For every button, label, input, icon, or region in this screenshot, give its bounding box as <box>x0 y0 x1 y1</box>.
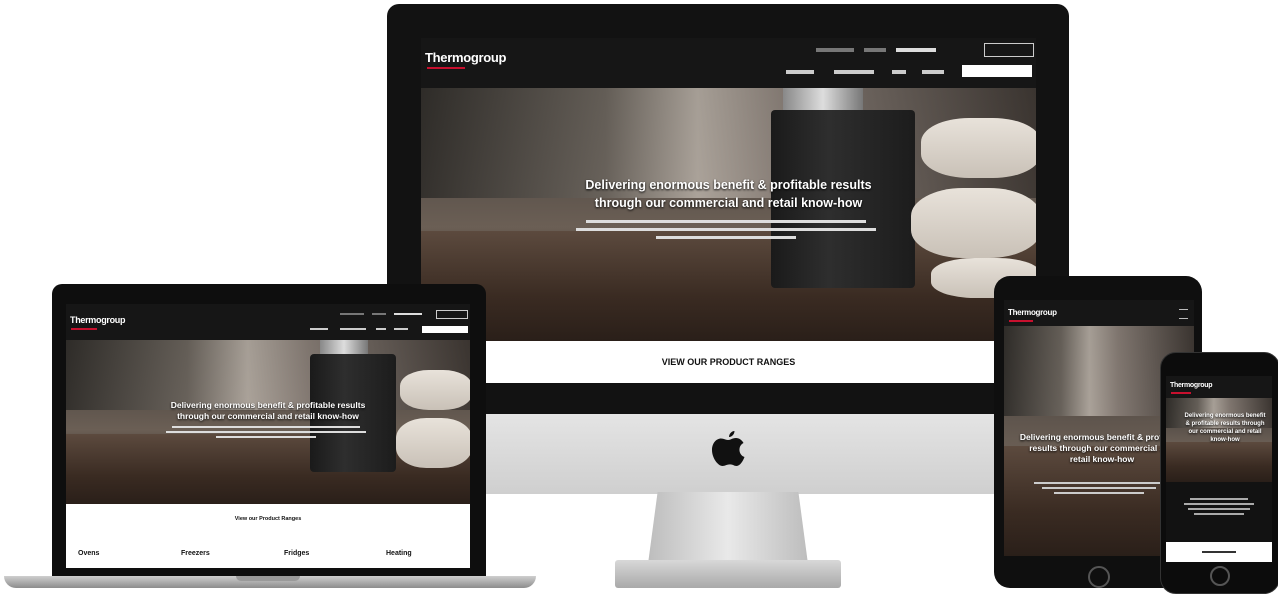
imac-hero-title-1: Delivering enormous benefit & profitable… <box>585 178 872 192</box>
hero-towel <box>396 418 470 468</box>
imac-foot <box>615 560 841 588</box>
phone-website-screen: Thermogroup Delivering enormous benefit … <box>1166 376 1272 562</box>
phone-hero-title: Delivering enormous benefit & profitable… <box>1184 413 1266 443</box>
imac-stand <box>648 492 808 564</box>
laptop-logo-underline <box>71 328 97 330</box>
phone-product-ranges-link[interactable] <box>1166 542 1272 562</box>
phone-body <box>1166 482 1272 542</box>
apple-logo-icon <box>712 431 745 466</box>
nav-contact[interactable] <box>922 70 944 74</box>
laptop-website-screen: Thermogroup Delivering enormous benefit … <box>66 304 470 568</box>
laptop-hero: Delivering enormous benefit & profitable… <box>66 340 470 504</box>
nav-why-we-love[interactable] <box>340 328 366 330</box>
tablet-site-header: Thermogroup <box>1004 300 1194 326</box>
category-fridges[interactable]: Fridges <box>284 550 309 557</box>
hero-bottle-cap <box>783 88 863 110</box>
phone-body-text <box>1184 498 1254 528</box>
hero-towel <box>921 118 1036 178</box>
imac-logo-underline <box>427 67 465 69</box>
tablet-logo[interactable]: Thermogroup <box>1008 308 1057 317</box>
category-heating[interactable]: Heating <box>386 550 412 557</box>
phone-home-button[interactable] <box>1210 566 1230 586</box>
tablet-home-button[interactable] <box>1088 566 1110 588</box>
nav-products[interactable] <box>310 328 328 330</box>
laptop-account-button[interactable] <box>436 310 468 319</box>
imac-website-screen: Thermogroup Delivering enormous benefit … <box>421 38 1036 383</box>
category-ovens[interactable]: Ovens <box>78 550 99 557</box>
utility-link[interactable] <box>816 48 854 52</box>
imac-search-input[interactable] <box>962 65 1032 77</box>
laptop-hero-subtitle <box>166 426 366 440</box>
laptop-nav <box>310 326 470 334</box>
phone-logo-underline <box>1171 392 1191 394</box>
imac-site-header: Thermogroup <box>421 38 1036 88</box>
laptop-hero-title-1: Delivering enormous benefit & profitable… <box>170 400 366 410</box>
hero-counter <box>1166 442 1272 482</box>
laptop-site-header: Thermogroup <box>66 304 470 340</box>
imac-account-button[interactable] <box>984 43 1034 57</box>
imac-logo[interactable]: Thermogroup <box>425 50 507 65</box>
laptop-notch <box>236 576 300 581</box>
laptop-logo[interactable]: Thermogroup <box>70 315 126 325</box>
tablet-hero-subtitle <box>1034 482 1164 498</box>
imac-product-ranges-link[interactable]: VIEW OUR PRODUCT RANGES <box>421 341 1036 383</box>
imac-utility-links <box>816 48 956 54</box>
nav-contact[interactable] <box>394 328 408 330</box>
hamburger-menu-icon[interactable] <box>1179 309 1188 319</box>
tablet-logo-underline <box>1009 320 1033 322</box>
category-freezers[interactable]: Freezers <box>181 550 210 557</box>
laptop-utility-links <box>340 313 430 316</box>
laptop-cta-label: View our Product Ranges <box>234 516 302 522</box>
hero-bottle-cap <box>320 340 368 354</box>
utility-link[interactable] <box>864 48 886 52</box>
phone-site-header: Thermogroup <box>1166 376 1272 398</box>
nav-why-we-love[interactable] <box>834 70 874 74</box>
nav-news[interactable] <box>892 70 906 74</box>
nav-news[interactable] <box>376 328 386 330</box>
phone-hero: Delivering enormous benefit & profitable… <box>1166 398 1272 482</box>
laptop-hero-title-2: through our commercial and retail know-h… <box>177 411 359 421</box>
phone-logo[interactable]: Thermogroup <box>1170 382 1213 389</box>
imac-hero-subtitle <box>576 220 876 244</box>
nav-products[interactable] <box>786 70 814 74</box>
imac-hero-title-2: through our commercial and retail know-h… <box>594 196 863 210</box>
imac-hero: Delivering enormous benefit & profitable… <box>421 88 1036 341</box>
phone-number[interactable] <box>896 48 936 52</box>
laptop-search-input[interactable] <box>422 326 468 333</box>
laptop-product-ranges-link[interactable]: View our Product Ranges Ovens Freezers F… <box>66 504 470 568</box>
imac-nav <box>786 65 1036 82</box>
